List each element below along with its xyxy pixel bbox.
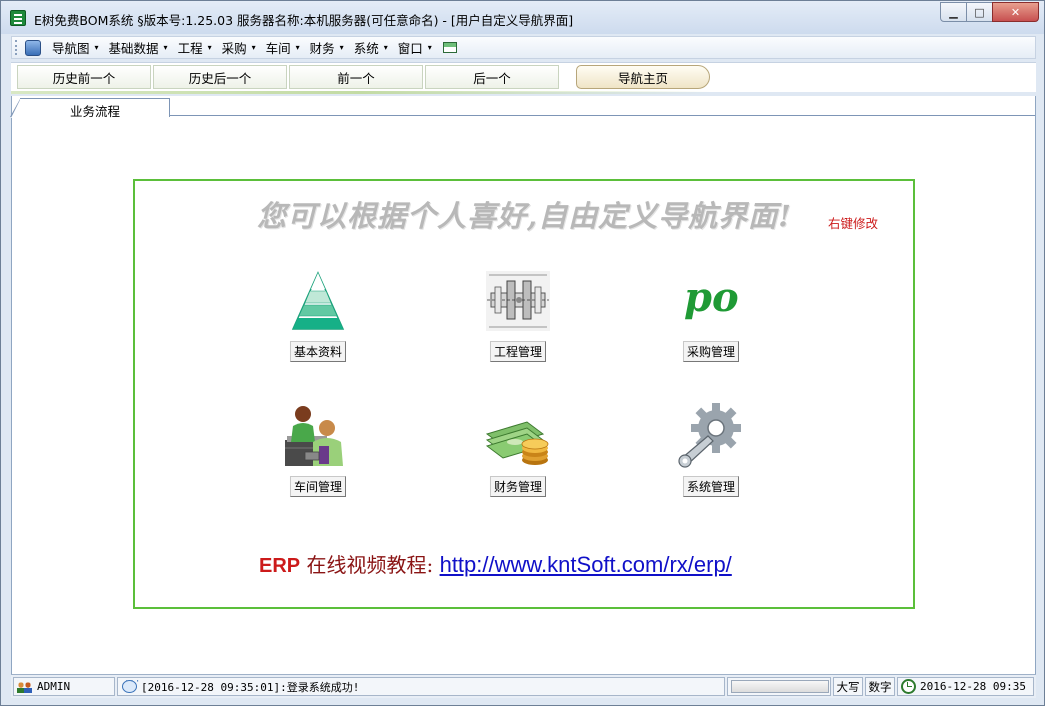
maximize-button[interactable]: □ — [966, 2, 993, 22]
module-basic-info[interactable]: 基本资料 — [263, 267, 373, 362]
module-label: 工程管理 — [489, 341, 547, 362]
title-bar[interactable]: E树免费BOM系统 §版本号:1.25.03 服务器名称:本机服务器(可任意命名… — [1, 1, 1044, 34]
chevron-down-icon: ▾ — [295, 43, 300, 52]
close-button[interactable]: ✕ — [992, 2, 1039, 22]
window-list-icon[interactable] — [442, 42, 457, 53]
module-label: 车间管理 — [289, 476, 347, 497]
engineering-drawing-icon — [486, 271, 550, 331]
window-controls: ▁ □ ✕ — [940, 2, 1039, 22]
module-purchasing[interactable]: po 采购管理 — [656, 267, 766, 362]
message-icon — [122, 678, 140, 693]
chevron-down-icon: ▾ — [427, 43, 432, 52]
erp-tutorial-text: 在线视频教程: — [300, 553, 440, 577]
menu-workshop[interactable]: 车间 ▾ — [261, 37, 305, 58]
po-icon: po — [684, 274, 739, 321]
money-coins-icon — [485, 421, 549, 465]
status-bar: ADMIN [2016-12-28 09:35:01]:登录系统成功! 大写 数… — [11, 674, 1036, 698]
chevron-down-icon: ▾ — [207, 43, 212, 52]
chevron-down-icon: ▾ — [339, 43, 344, 52]
toolbar-grip-icon[interactable] — [15, 40, 21, 55]
status-message-text: [2016-12-28 09:35:01]:登录系统成功! — [141, 680, 360, 694]
module-label: 财务管理 — [489, 476, 547, 497]
workers-icon — [285, 406, 343, 466]
slogan-text: 您可以根据个人喜好,自由定义导航界面! — [257, 199, 792, 233]
menu-bar: 导航图 ▾ 基础数据 ▾ 工程 ▾ 采购 ▾ 车间 ▾ 财务 ▾ 系统 ▾ 窗口 ▾ — [11, 36, 1036, 59]
history-forward-button[interactable]: 历史后一个 — [153, 65, 287, 89]
clock-icon — [901, 679, 916, 694]
app-menu-icon[interactable] — [25, 39, 41, 56]
status-progress — [727, 677, 831, 696]
navigation-bar: 历史前一个 历史后一个 前一个 后一个 导航主页 — [11, 62, 1036, 94]
menu-purchasing[interactable]: 采购 ▾ — [217, 37, 261, 58]
status-num-lock: 数字 — [865, 677, 895, 696]
status-user: ADMIN — [13, 677, 115, 696]
app-logo-icon — [10, 10, 26, 26]
chevron-down-icon: ▾ — [163, 43, 168, 52]
erp-prefix: ERP — [259, 555, 301, 577]
gear-wrench-icon — [678, 403, 741, 468]
progress-bar — [731, 680, 829, 693]
nav-home-button[interactable]: 导航主页 — [576, 65, 710, 89]
erp-tutorial-link[interactable]: http://www.kntSoft.com/rx/erp/ — [440, 552, 732, 577]
menu-engineering[interactable]: 工程 ▾ — [173, 37, 217, 58]
status-message: [2016-12-28 09:35:01]:登录系统成功! — [117, 677, 725, 696]
status-clock: 2016-12-28 09:35 — [897, 677, 1034, 696]
status-user-name: ADMIN — [37, 680, 71, 693]
module-label: 系统管理 — [682, 476, 740, 497]
previous-button[interactable]: 前一个 — [289, 65, 423, 89]
main-content: 业务流程 您可以根据个人喜好,自由定义导航界面! 右键修改 基本资料 工程管理 … — [10, 96, 1036, 674]
app-window: E树免费BOM系统 §版本号:1.25.03 服务器名称:本机服务器(可任意命名… — [0, 0, 1045, 706]
users-icon — [17, 680, 33, 694]
menu-system[interactable]: 系统 ▾ — [349, 37, 393, 58]
nav-divider — [11, 91, 711, 94]
chevron-down-icon: ▾ — [251, 43, 256, 52]
po-icon-text: po — [684, 274, 739, 321]
chevron-down-icon: ▾ — [383, 43, 388, 52]
module-label: 基本资料 — [289, 341, 347, 362]
pyramid-icon — [291, 271, 345, 330]
history-back-button[interactable]: 历史前一个 — [17, 65, 151, 89]
menu-window[interactable]: 窗口 ▾ — [393, 37, 437, 58]
module-engineering[interactable]: 工程管理 — [463, 267, 573, 362]
right-click-edit-hint: 右键修改 — [828, 216, 879, 231]
window-title: E树免费BOM系统 §版本号:1.25.03 服务器名称:本机服务器(可任意命名… — [34, 13, 574, 28]
module-finance[interactable]: 财务管理 — [463, 402, 573, 497]
menu-basic-data[interactable]: 基础数据 ▾ — [104, 37, 173, 58]
tab-business-process[interactable]: 业务流程 — [10, 98, 170, 119]
erp-tutorial-line: ERP 在线视频教程: http://www.kntSoft.com/rx/er… — [259, 549, 732, 578]
navigation-panel: 您可以根据个人喜好,自由定义导航界面! 右键修改 基本资料 工程管理 po 采购… — [133, 179, 915, 609]
tab-label: 业务流程 — [69, 104, 120, 119]
chevron-down-icon: ▾ — [94, 43, 99, 52]
module-label: 采购管理 — [682, 341, 740, 362]
module-workshop[interactable]: 车间管理 — [263, 402, 373, 497]
status-caps-lock: 大写 — [833, 677, 863, 696]
next-button[interactable]: 后一个 — [425, 65, 559, 89]
module-system[interactable]: 系统管理 — [656, 402, 766, 497]
status-datetime: 2016-12-28 09:35 — [920, 680, 1026, 693]
minimize-button[interactable]: ▁ — [940, 2, 967, 22]
menu-navigation[interactable]: 导航图 ▾ — [47, 37, 104, 58]
menu-finance[interactable]: 财务 ▾ — [305, 37, 349, 58]
